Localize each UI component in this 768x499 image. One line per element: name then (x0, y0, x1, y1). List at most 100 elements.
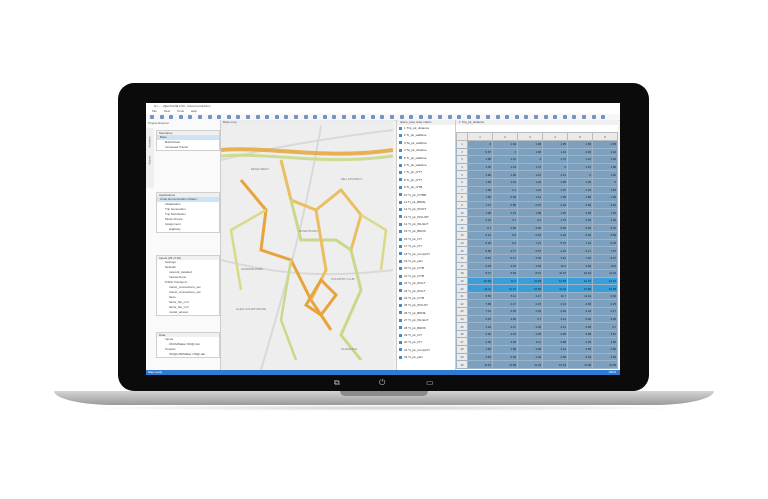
table-cell[interactable]: 1.23 (467, 322, 493, 331)
toolbar-icon[interactable] (322, 115, 327, 119)
table-cell[interactable]: 8.37 (467, 269, 493, 278)
table-row[interactable]: 23 7.31 2.45 2.33 2.40 2.33 2.17 (456, 307, 618, 316)
column-list-item[interactable]: 31 Tt_pk_CompIVT (397, 347, 455, 354)
table-cell[interactable]: 9.3 (492, 238, 518, 248)
window-controls[interactable]: – ▢ ✕ (154, 104, 616, 108)
table-cell[interactable]: 4.34 (542, 231, 568, 240)
toolbar-icon[interactable] (524, 115, 529, 119)
toolbar-icon[interactable] (514, 115, 519, 119)
table-cell[interactable]: 2.25 (592, 299, 618, 309)
table-cell[interactable]: 2.40 (542, 307, 568, 316)
toolbar-icon[interactable] (409, 115, 414, 119)
table-cell[interactable]: 1.44 (542, 147, 568, 157)
table-cell[interactable]: 10.64 (567, 269, 593, 278)
column-list-item[interactable]: 17 Tt_pk_IVT (397, 243, 455, 250)
table-cell[interactable]: 1.68 (517, 208, 543, 217)
power-icon[interactable]: ⏻ (379, 378, 385, 388)
table-cell[interactable]: 1.53 (592, 185, 618, 195)
table-row[interactable]: 5 1.90 1.06 1.10 1.41 0 1.30 (456, 170, 618, 179)
table-cell[interactable]: 1.16 (517, 185, 543, 195)
table-cell[interactable]: 4.65 (492, 223, 518, 233)
table-row[interactable]: 28 1.68 1.98 3.08 3.13 3.58 2.80 (456, 345, 618, 354)
table-cell[interactable]: 4.81 (467, 352, 493, 362)
toolbar-icon[interactable] (178, 115, 183, 119)
column-list-item[interactable]: 3 Ta_pk_walltime (397, 140, 455, 147)
column-list-item[interactable]: 7 Tt_pk_IVTT (397, 169, 455, 176)
table-cell[interactable]: 3.16 (592, 200, 618, 210)
toolbar-icon[interactable] (332, 115, 337, 119)
table-row[interactable]: 21 8.50 5.11 4.17 11.7 11.64 6.40 (456, 291, 618, 301)
table-cell[interactable]: 1.46 (592, 155, 618, 164)
toolbar-icon[interactable] (313, 115, 318, 119)
table-row[interactable]: 20 14.11 12.37 10.66 11.42 13.68 13.35 (456, 284, 618, 293)
toolbar-icon[interactable] (284, 115, 289, 119)
table-row[interactable]: 25 1.23 4.27 3.36 3.21 4.58 3.7 (456, 322, 618, 331)
toolbar-icon[interactable] (399, 115, 404, 119)
table-cell[interactable]: 1.40 (517, 177, 543, 187)
table-cell[interactable]: 1.07 (542, 185, 568, 195)
table-row[interactable]: 9 1.47 0.85 0.97 2.18 2.66 3.16 (456, 200, 618, 210)
table-row[interactable]: 3 1.98 1.21 0 1.72 1.31 1.46 (456, 155, 618, 164)
table-cell[interactable]: 11.08 (567, 360, 593, 369)
toolbar-icon[interactable] (591, 115, 596, 119)
table-row[interactable]: 29 4.81 6.99 4.39 4.58 6.04 3.69 (456, 352, 618, 362)
table-cell[interactable]: 6.25 (592, 238, 618, 248)
column-list-item[interactable]: 5 Tt_pk_walltime (397, 155, 455, 162)
table-row[interactable]: 14 6.28 9.3 7.21 5.07 7.44 6.25 (456, 238, 618, 248)
table-cell[interactable]: 1.94 (492, 140, 518, 149)
table-row[interactable]: 17 9.04 4.24 4.18 11.2 4.90 10.9 (456, 261, 618, 271)
table-cell[interactable]: 4.90 (567, 261, 593, 271)
map-view[interactable]: Base.map EDGE WEST DOWNTOWN MILL DISTRIC… (221, 120, 393, 370)
toolbar-icon[interactable] (428, 115, 433, 119)
table-cell[interactable]: 10.44 (542, 360, 568, 369)
table-cell[interactable]: 3.68 (567, 329, 593, 339)
table-cell[interactable]: 4.50 (592, 337, 618, 347)
table-cell[interactable]: 1.06 (492, 170, 518, 179)
toolbar-icon[interactable] (274, 115, 279, 119)
column-list-item[interactable]: 18 Tt_pk_CompIVT (397, 251, 455, 258)
table-cell[interactable]: 2.01 (467, 215, 493, 225)
table-cell[interactable]: 4.17 (517, 291, 543, 301)
table-cell[interactable]: 2.15 (517, 299, 543, 309)
table-cell[interactable]: 13.68 (567, 284, 593, 293)
toolbar-icon[interactable] (495, 115, 500, 119)
table-cell[interactable]: 0 (492, 147, 518, 157)
toolbar-icon[interactable] (390, 115, 394, 119)
toolbar-icon[interactable] (150, 115, 154, 119)
toolbar-icon[interactable] (342, 115, 346, 119)
table-cell[interactable]: 11.15 (467, 360, 493, 369)
column-header[interactable]: 1 (467, 132, 493, 141)
table-cell[interactable]: 1.06 (567, 147, 593, 157)
table-cell[interactable]: 7.44 (567, 238, 593, 248)
table-cell[interactable]: 9.04 (467, 261, 493, 271)
table-cell[interactable]: 10.66 (517, 284, 543, 293)
column-list-item[interactable]: 24 Tt_pk_IVTB (397, 295, 455, 302)
table-cell[interactable]: 5.00 (542, 223, 568, 233)
table-cell[interactable]: 5.58 (467, 246, 493, 255)
table-cell[interactable]: 2.68 (567, 299, 593, 309)
table-cell[interactable]: 2.63 (467, 314, 493, 324)
column-list-item[interactable]: 30 Tt_pk_IVT (397, 339, 455, 346)
toolbar-icon[interactable] (351, 115, 356, 119)
table-cell[interactable]: 1.61 (517, 193, 543, 202)
column-list-item[interactable]: 13 Tt_pk_INVLINT (397, 214, 455, 221)
road-network-map[interactable]: EDGE WEST DOWNTOWN MILL DISTRICT SUNRISE… (221, 120, 393, 370)
side-tab-reports[interactable]: Reports (149, 156, 152, 165)
table-cell[interactable]: 1.98 (467, 185, 493, 195)
table-cell[interactable]: 1.28 (592, 193, 618, 202)
table-cell[interactable]: 8.47 (517, 269, 543, 278)
menu-icon[interactable]: ▭ (426, 378, 434, 388)
table-row[interactable]: 27 4.08 3.35 3.11 3.58 4.35 4.50 (456, 337, 618, 347)
table-cell[interactable]: 6.28 (467, 238, 493, 248)
toolbar-icon[interactable] (255, 115, 260, 119)
toolbar-icon[interactable] (303, 115, 308, 119)
toolbar-icon[interactable] (466, 115, 471, 119)
table-cell[interactable]: 1.86 (567, 193, 593, 202)
table-cell[interactable]: 4.27 (492, 322, 518, 331)
table-cell[interactable]: 1.72 (542, 155, 568, 164)
table-cell[interactable]: 3.13 (542, 345, 568, 354)
table-cell[interactable]: 1.95 (542, 193, 568, 202)
column-list-item[interactable]: 10 Tt_pk_IVTBB (397, 192, 455, 199)
toolbar-icon[interactable] (572, 115, 577, 119)
column-list-item[interactable]: 19 Tt_pk_pkm (397, 258, 455, 265)
